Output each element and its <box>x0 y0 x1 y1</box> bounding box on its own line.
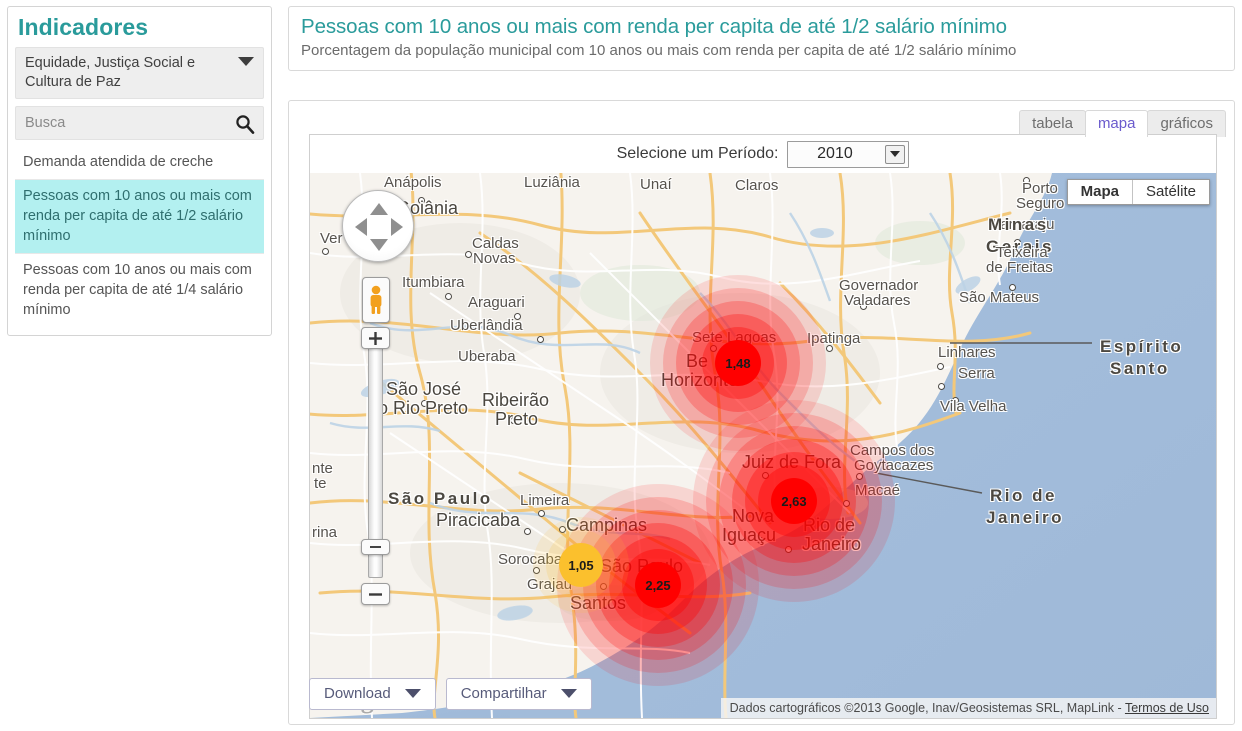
city-dot <box>514 313 521 320</box>
chevron-down-icon <box>238 57 254 66</box>
download-button-label: Download <box>324 685 391 702</box>
city-dot <box>418 197 425 204</box>
city-dot <box>421 400 428 407</box>
map-type-mapa[interactable]: Mapa <box>1067 180 1133 204</box>
zoom-out-button[interactable] <box>361 583 390 605</box>
pan-arrows-icon[interactable] <box>343 191 415 263</box>
category-select[interactable]: Equidade, Justiça Social e Cultura de Pa… <box>15 47 264 99</box>
city-dot <box>445 293 452 300</box>
city-dot <box>937 363 944 370</box>
city-dot <box>1023 177 1030 184</box>
app-root: Indicadores Equidade, Justiça Social e C… <box>0 0 1242 731</box>
search-input[interactable] <box>16 107 263 139</box>
view-tabs: tabela mapa gráficos <box>1019 110 1226 137</box>
period-selector-bar: Selecione um Período: 2010 <box>310 135 1216 173</box>
google-map[interactable]: Anápolis Luziânia Unaí Claros Goiânia Porto Se… <box>310 173 1216 718</box>
city-dot <box>938 383 945 390</box>
minus-icon <box>369 592 382 596</box>
marker-value: 1,05 <box>559 543 603 587</box>
share-button-label: Compartilhar <box>460 685 547 702</box>
sidebar-title: Indicadores <box>18 14 149 40</box>
map-type-satelite[interactable]: Satélite <box>1132 180 1209 204</box>
page-title: Pessoas com 10 anos ou mais com renda pe… <box>301 15 1007 38</box>
indicator-list-item-1[interactable]: Pessoas com 10 anos ou mais com renda pe… <box>15 180 264 254</box>
zoom-in-button[interactable] <box>361 327 390 349</box>
city-dot <box>1014 239 1021 246</box>
category-select-value: Equidade, Justiça Social e Cultura de Pa… <box>25 55 196 90</box>
chevron-down-icon <box>404 689 421 698</box>
city-dot <box>952 397 959 404</box>
indicator-list-item-2[interactable]: Pessoas com 10 anos ou mais com renda pe… <box>15 254 264 327</box>
city-dot <box>465 251 472 258</box>
indicator-header: Pessoas com 10 anos ou mais com renda pe… <box>288 6 1235 71</box>
map-pan-control[interactable] <box>342 190 414 262</box>
terms-of-use-link[interactable]: Termos de Uso <box>1125 701 1209 715</box>
handle-bar-icon <box>370 546 381 548</box>
map-attribution: Dados cartográficos ©2013 Google, Inav/G… <box>720 698 1216 718</box>
street-view-pegman[interactable] <box>362 277 390 323</box>
search-icon[interactable] <box>235 114 255 134</box>
indicators-sidebar: Indicadores Equidade, Justiça Social e C… <box>7 6 272 336</box>
city-dot <box>322 248 329 255</box>
chevron-down-icon[interactable] <box>885 144 906 164</box>
period-select-value: 2010 <box>817 145 853 162</box>
map-data-marker[interactable]: 1,05 <box>511 495 651 635</box>
content-panel: tabela mapa gráficos Selecione um Períod… <box>288 100 1235 725</box>
indicator-list: Demanda atendida de creche Pessoas com 1… <box>15 146 264 327</box>
map-type-switcher: Mapa Satélite <box>1066 179 1210 205</box>
zoom-slider-handle[interactable] <box>361 539 390 555</box>
download-button[interactable]: Download <box>309 678 436 710</box>
indicator-list-item-0[interactable]: Demanda atendida de creche <box>15 146 264 180</box>
city-dot <box>537 336 544 343</box>
period-select[interactable]: 2010 <box>787 140 910 168</box>
city-dot <box>860 303 867 310</box>
tab-tabela[interactable]: tabela <box>1019 110 1086 137</box>
tab-graficos[interactable]: gráficos <box>1147 110 1226 137</box>
action-buttons: Download Compartilhar <box>309 678 592 710</box>
share-button[interactable]: Compartilhar <box>445 678 592 710</box>
period-label: Selecione um Período: <box>616 145 779 162</box>
search-box[interactable] <box>15 106 264 140</box>
chevron-down-icon <box>560 689 577 698</box>
tab-mapa[interactable]: mapa <box>1084 110 1149 137</box>
pegman-icon <box>370 285 382 314</box>
map-container: Selecione um Período: 2010 Anápolis Luzi… <box>309 134 1217 719</box>
attribution-text: Dados cartográficos ©2013 Google, Inav/G… <box>729 701 1125 715</box>
city-dot <box>510 417 517 424</box>
plus-icon <box>369 331 382 345</box>
page-subtitle: Porcentagem da população municipal com 1… <box>301 42 1017 59</box>
city-dot <box>1009 284 1016 291</box>
